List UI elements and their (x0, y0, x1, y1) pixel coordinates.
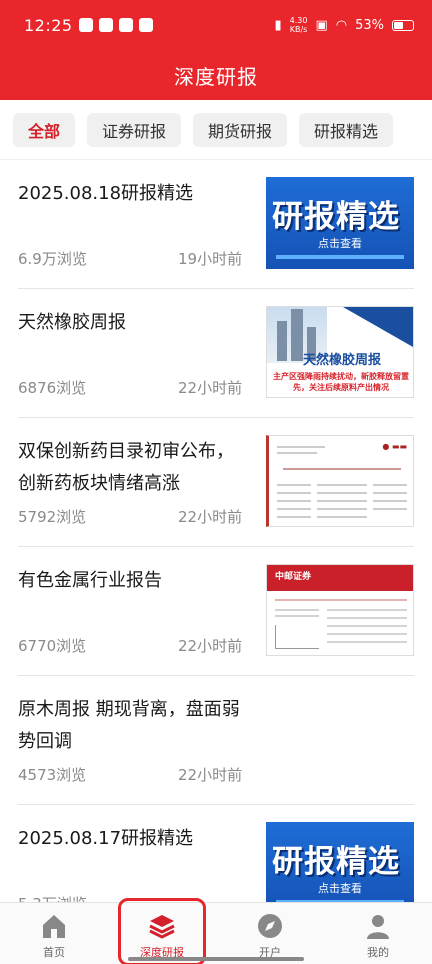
article-title: 双保创新药目录初审公布，创新药板块情绪高涨 (18, 441, 234, 494)
doc-line (327, 609, 407, 611)
doc-line (277, 446, 325, 448)
doc-line (327, 617, 407, 619)
doc-line (373, 492, 407, 494)
vibrate-icon: ▮ (274, 17, 282, 33)
user-icon (363, 911, 393, 941)
notification-app-icon (78, 18, 93, 32)
compass-icon (255, 911, 285, 941)
view-count: 5792浏览 (18, 508, 87, 526)
doc-line (317, 492, 367, 494)
article-title: 原木周报 期现背离，盘面弱势回调 (18, 699, 240, 752)
list-item[interactable]: 原木周报 期现背离，盘面弱势回调 4573浏览 22小时前 (18, 676, 414, 805)
doc-line (275, 609, 319, 611)
thumbnail-chart (275, 625, 319, 649)
thumbnail-subtitle: 点击查看 (318, 237, 362, 250)
view-count: 6.9万浏览 (18, 250, 87, 268)
publish-time: 22小时前 (178, 637, 243, 655)
doc-line (277, 484, 311, 486)
nav-label: 我的 (367, 946, 389, 959)
list-item[interactable]: 2025.08.18研报精选 6.9万浏览 19小时前 研报精选 点击查看 (18, 160, 414, 289)
thumbnail-brand: 中邮证券 (267, 565, 413, 591)
doc-line (283, 468, 401, 470)
doc-line (373, 508, 407, 510)
thumbnail-title: 天然橡胶周报 (303, 353, 382, 368)
doc-line (275, 599, 407, 601)
article-thumbnail: ● ▬▬ (266, 435, 414, 527)
thumbnail-subtitle: 点击查看 (318, 882, 362, 895)
doc-line (373, 484, 407, 486)
list-item[interactable]: 2025.08.17研报精选 5.3万浏览 研报精选 点击查看 (18, 805, 414, 902)
wifi-icon: ◠ (335, 17, 348, 33)
nav-home[interactable]: 首页 (0, 903, 108, 964)
home-icon (39, 911, 69, 941)
view-count: 6770浏览 (18, 637, 87, 655)
net-speed: 4.30 KB/s (289, 16, 308, 34)
thumbnail-title: 研报精选 (272, 199, 400, 235)
notification-app-icon (138, 18, 153, 32)
thumbnail-corner (343, 307, 413, 347)
doc-line (277, 516, 311, 518)
article-title: 2025.08.18研报精选 (18, 183, 194, 204)
battery-icon (392, 19, 414, 31)
tab-selected-reports[interactable]: 研报精选 (299, 112, 394, 147)
publish-time: 22小时前 (178, 379, 243, 397)
publish-time: 19小时前 (178, 250, 243, 268)
status-bar: 12:25 ▮ 4.30 KB/s ▣ ◠ 53% (0, 0, 432, 50)
publish-time: 22小时前 (178, 766, 243, 784)
list-item[interactable]: 双保创新药目录初审公布，创新药板块情绪高涨 5792浏览 22小时前 ● ▬▬ (18, 418, 414, 547)
thumbnail-building (291, 309, 303, 361)
article-thumbnail: 天然橡胶周报 主产区强降雨持续扰动，新胶释放留置先，关注后续原料产出情况 (266, 306, 414, 398)
layers-icon (147, 911, 177, 941)
doc-line (277, 452, 317, 454)
doc-line (327, 641, 407, 643)
article-title: 有色金属行业报告 (18, 570, 162, 591)
doc-line (277, 492, 311, 494)
nav-open-account[interactable]: 开户 (216, 903, 324, 964)
view-count: 6876浏览 (18, 379, 87, 397)
doc-line (327, 633, 407, 635)
thumbnail-subtitle: 主产区强降雨持续扰动，新胶释放留置先，关注后续原料产出情况 (273, 372, 409, 392)
article-thumbnail: 研报精选 点击查看 (266, 177, 414, 269)
doc-line (327, 625, 407, 627)
nav-research[interactable]: 深度研报 (108, 903, 216, 964)
doc-line (277, 500, 311, 502)
article-thumbnail: 研报精选 点击查看 (266, 822, 414, 902)
thumbnail-bar (276, 255, 404, 259)
battery-percent: 53% (355, 17, 384, 33)
notification-app-icon (118, 18, 133, 32)
nav-profile[interactable]: 我的 (324, 903, 432, 964)
doc-line (275, 615, 319, 617)
home-indicator (128, 957, 304, 961)
list-item[interactable]: 有色金属行业报告 6770浏览 22小时前 中邮证券 (18, 547, 414, 676)
thumbnail-building (277, 321, 287, 361)
doc-line (277, 508, 311, 510)
sim-icon: ▣ (315, 17, 328, 33)
article-title: 天然橡胶周报 (18, 312, 126, 333)
list-item[interactable]: 天然橡胶周报 6876浏览 22小时前 天然橡胶周报 主产区强降雨持续扰动，新胶… (18, 289, 414, 418)
status-time: 12:25 (24, 15, 73, 35)
page-title: 深度研报 (174, 64, 258, 89)
title-bar: 深度研报 (0, 50, 432, 100)
category-tabs: 全部 证券研报 期货研报 研报精选 (0, 100, 432, 160)
tab-all[interactable]: 全部 (13, 112, 76, 147)
tab-securities-reports[interactable]: 证券研报 (87, 112, 182, 147)
article-thumbnail: 中邮证券 (266, 564, 414, 656)
doc-line (317, 516, 367, 518)
doc-line (373, 500, 407, 502)
view-count: 4573浏览 (18, 766, 87, 784)
article-title: 2025.08.17研报精选 (18, 828, 194, 849)
nav-label: 首页 (43, 946, 65, 959)
publish-time: 22小时前 (178, 508, 243, 526)
doc-logo: ● ▬▬ (382, 442, 407, 451)
doc-line (317, 484, 367, 486)
tab-futures-reports[interactable]: 期货研报 (193, 112, 288, 147)
article-list: 2025.08.18研报精选 6.9万浏览 19小时前 研报精选 点击查看 天然… (0, 160, 432, 902)
view-count: 5.3万浏览 (18, 893, 87, 902)
thumbnail-title: 研报精选 (272, 844, 400, 880)
doc-line (317, 508, 367, 510)
notification-app-icon (98, 18, 113, 32)
bottom-nav: 首页 深度研报 开户 我的 (0, 902, 432, 964)
doc-line (317, 500, 367, 502)
